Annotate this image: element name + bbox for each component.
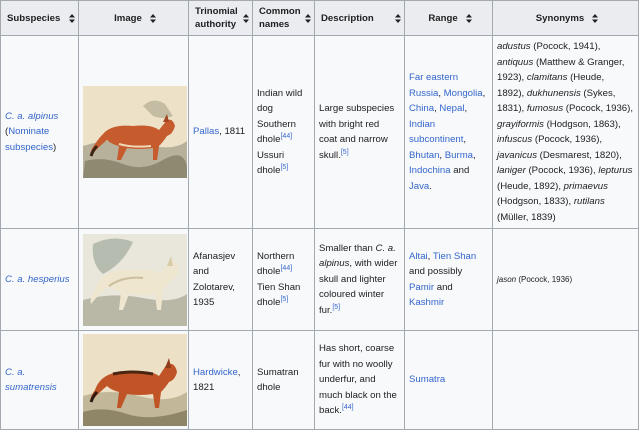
synonyms-cell: jason (Pocock, 1936) [492,228,639,331]
sort-arrows-icon[interactable] [149,13,156,23]
header-subspecies-label: Subspecies [7,12,61,24]
common-names-cell: Sumatran dhole [252,330,315,430]
table-row: C. a. hesperius Afanasjev and Zolotarev,… [0,228,639,331]
header-common-names[interactable]: Common names [252,0,315,36]
subspecies-cell: C. a. sumatrensis [0,330,79,430]
authority-link[interactable]: Pallas [193,126,219,137]
dhole-sumatrensis-image[interactable] [83,334,187,426]
description-cell: Large subspecies with bright red coat an… [314,35,405,229]
range-link[interactable]: Nepal [439,103,464,114]
reference-link[interactable]: [5] [280,164,288,171]
synonyms-cell [492,330,639,430]
reference-link[interactable]: [5] [332,304,340,311]
range-link[interactable]: Bhutan [409,150,439,161]
sort-arrows-icon[interactable] [395,13,401,23]
description-cell: Smaller than C. a. alpinus, with wider s… [314,228,405,331]
range-link[interactable]: Kashmir [409,297,444,308]
range-link[interactable]: China [409,103,434,114]
reference-link[interactable]: [5] [280,296,288,303]
range-link[interactable]: Indian subcontinent [409,119,463,146]
table-row: C. a. sumatrensis Hardwicke, 1821 Sumatr… [0,330,639,430]
subspecies-cell: C. a. alpinus (Nominate subspecies) [0,35,79,229]
reference-link[interactable]: [44] [280,133,292,140]
range-link[interactable]: Tien Shan [433,251,476,262]
sort-arrows-icon[interactable] [69,13,75,23]
header-authority[interactable]: Trinomial authority [188,0,253,36]
sort-arrows-icon[interactable] [305,13,311,23]
reference-link[interactable]: [44] [280,265,292,272]
subspecies-table: Subspecies Image Trinomial authority Comm… [0,0,639,430]
image-cell [78,330,189,430]
authority-cell: Pallas, 1811 [188,35,253,229]
sort-arrows-icon[interactable] [592,13,599,23]
header-synonyms-label: Synonyms [535,12,585,24]
header-row: Subspecies Image Trinomial authority Comm… [0,0,639,36]
subspecies-link[interactable]: C. a. hesperius [5,274,70,285]
range-link[interactable]: Altai [409,251,428,262]
synonyms-cell: adustus (Pocock, 1941), antiquus (Matthe… [492,35,639,229]
header-synonyms[interactable]: Synonyms [492,0,639,36]
subspecies-cell: C. a. hesperius [0,228,79,331]
header-image[interactable]: Image [78,0,189,36]
range-link[interactable]: Mongolia [444,88,483,99]
range-link[interactable]: Sumatra [409,374,445,385]
range-link[interactable]: Pamir [409,282,434,293]
subspecies-link[interactable]: C. a. alpinus [5,111,58,122]
authority-cell: Afanasjev and Zolotarev, 1935 [188,228,253,331]
header-subspecies[interactable]: Subspecies [0,0,79,36]
table-row: C. a. alpinus (Nominate subspecies) Pall… [0,35,639,229]
image-cell [78,35,189,229]
range-cell: Sumatra [404,330,493,430]
dhole-alpinus-image[interactable] [83,86,187,178]
header-authority-label: Trinomial authority [195,6,238,30]
common-names-cell: Indian wild dog Southern dhole[44] Ussur… [252,35,315,229]
range-cell: Far eastern Russia, Mongolia, China, Nep… [404,35,493,229]
reference-link[interactable]: [44] [342,404,354,411]
sort-arrows-icon[interactable] [243,13,249,23]
header-description[interactable]: Description [314,0,405,36]
header-range[interactable]: Range [404,0,493,36]
sort-arrows-icon[interactable] [465,13,472,23]
subspecies-link[interactable]: C. a. sumatrensis [5,367,57,394]
reference-link[interactable]: [5] [341,148,349,155]
range-link[interactable]: Burma [445,150,473,161]
header-range-label: Range [428,12,458,24]
header-description-label: Description [321,12,374,24]
nominate-subspecies-link[interactable]: Nominate subspecies [5,126,53,153]
range-link[interactable]: Java [409,181,429,192]
authority-link[interactable]: Hardwicke [193,367,238,378]
authority-cell: Hardwicke, 1821 [188,330,253,430]
dhole-hesperius-image[interactable] [83,233,187,326]
range-link[interactable]: Indochina [409,165,451,176]
header-common-names-label: Common names [259,6,301,30]
header-image-label: Image [114,12,142,24]
common-names-cell: Northern dhole[44] Tien Shan dhole[5] [252,228,315,331]
range-cell: Altai, Tien Shan and possibly Pamir and … [404,228,493,331]
image-cell [78,228,189,331]
description-cell: Has short, coarse fur with no woolly und… [314,330,405,430]
